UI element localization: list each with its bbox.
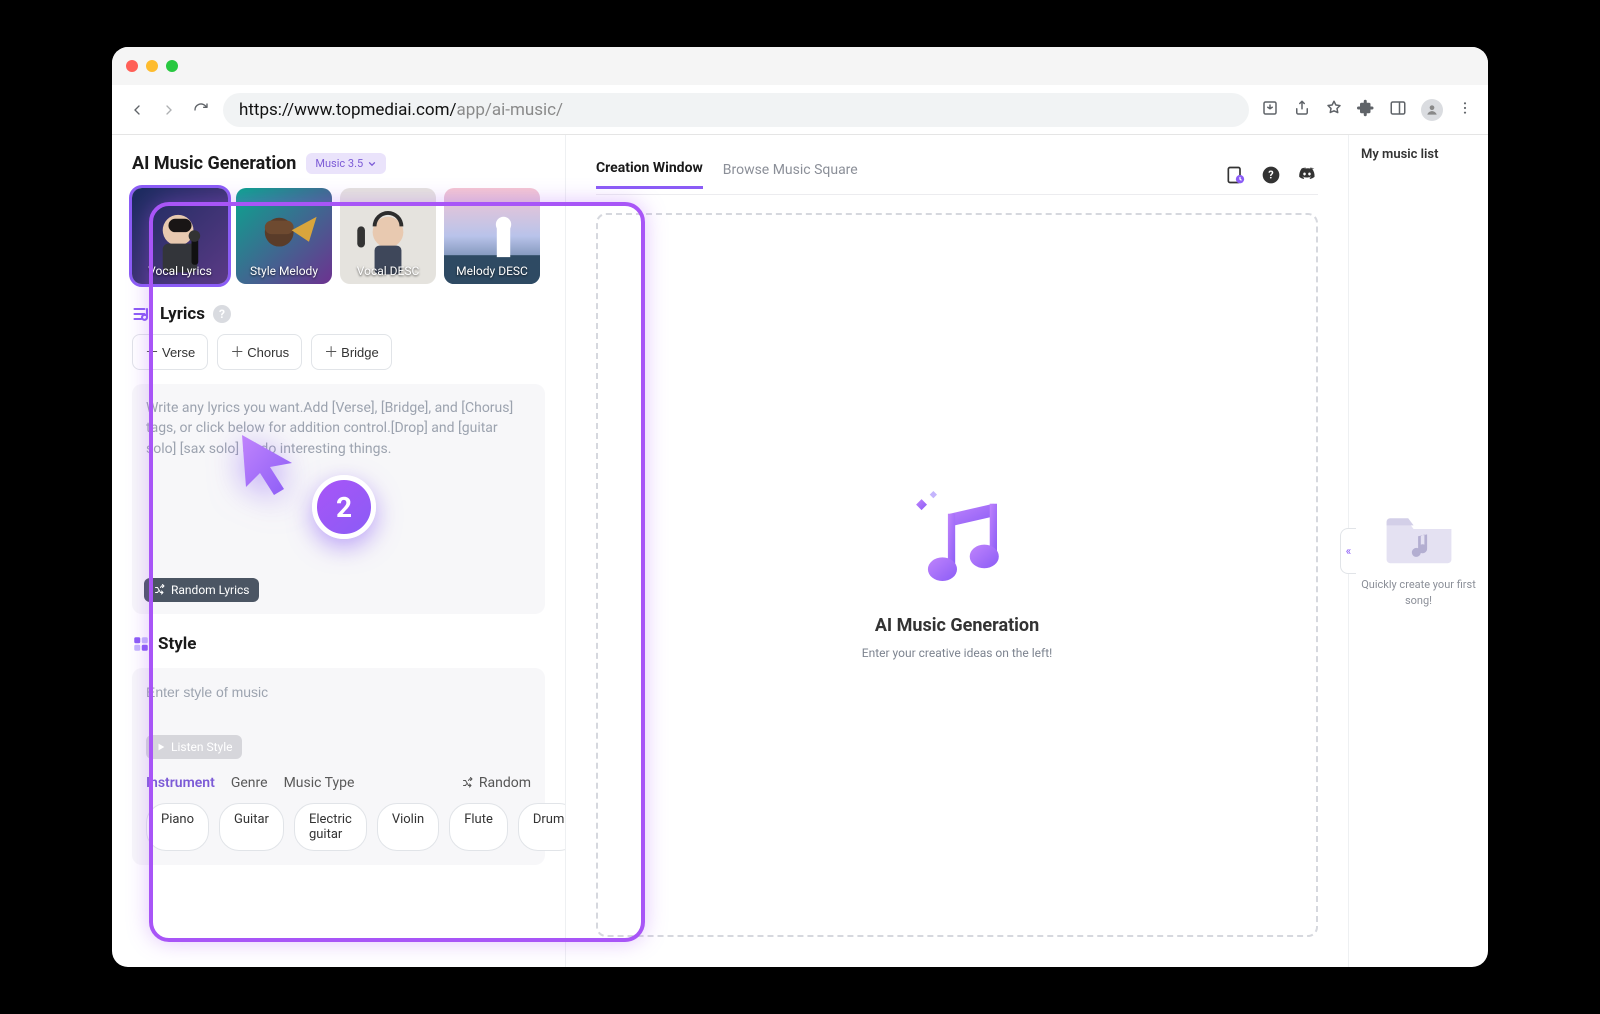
- dropzone-title: AI Music Generation: [875, 615, 1039, 636]
- star-icon[interactable]: [1325, 99, 1343, 121]
- dropzone-subtitle: Enter your creative ideas on the left!: [862, 646, 1052, 660]
- style-tab-genre[interactable]: Genre: [231, 775, 268, 791]
- url-base: https://www.topmediai.com/: [239, 100, 457, 120]
- back-button[interactable]: [127, 100, 147, 120]
- right-panel-title: My music list: [1357, 147, 1480, 162]
- help-icon[interactable]: ?: [213, 305, 231, 323]
- folder-icon: [1383, 509, 1455, 567]
- shuffle-icon: [462, 777, 474, 789]
- kebab-icon[interactable]: [1457, 100, 1473, 120]
- left-sidebar: AI Music Generation Music 3.5 Vocal Lyri…: [112, 135, 566, 967]
- share-icon[interactable]: [1293, 99, 1311, 121]
- chip-piano[interactable]: Piano: [146, 803, 209, 851]
- right-panel-hint: Quickly create your first song!: [1357, 577, 1480, 608]
- chip-electric-guitar[interactable]: Electric guitar: [294, 803, 367, 851]
- style-title: Style: [158, 634, 196, 654]
- history-icon[interactable]: [1224, 164, 1246, 186]
- tab-browse-square[interactable]: Browse Music Square: [723, 162, 858, 188]
- style-input[interactable]: [146, 684, 531, 700]
- svg-text:?: ?: [1268, 168, 1273, 181]
- forward-button[interactable]: [159, 100, 179, 120]
- style-icon: [132, 635, 150, 653]
- window-titlebar: [112, 47, 1488, 85]
- toolbar-actions: [1261, 99, 1473, 121]
- sidepanel-icon[interactable]: [1389, 99, 1407, 121]
- plus-icon: ＋: [324, 342, 338, 362]
- lyrics-placeholder: Write any lyrics you want.Add [Verse], […: [146, 398, 531, 459]
- chip-violin[interactable]: Violin: [377, 803, 439, 851]
- lyrics-textarea[interactable]: Write any lyrics you want.Add [Verse], […: [132, 384, 545, 614]
- chip-drum[interactable]: Drum: [518, 803, 566, 851]
- avatar-icon[interactable]: [1421, 99, 1443, 121]
- plus-icon: ＋: [145, 342, 159, 362]
- play-icon: [156, 742, 166, 752]
- lyrics-icon: [132, 304, 152, 324]
- discord-icon[interactable]: [1296, 164, 1318, 186]
- mode-label: Vocal Lyrics: [132, 264, 228, 278]
- window-minimize-icon[interactable]: [146, 60, 158, 72]
- window-maximize-icon[interactable]: [166, 60, 178, 72]
- mode-vocal-desc[interactable]: Vocal DESC: [340, 188, 436, 284]
- style-tab-instrument[interactable]: Instrument: [146, 775, 215, 791]
- window-close-icon[interactable]: [126, 60, 138, 72]
- chevron-down-icon: [367, 159, 377, 169]
- creation-dropzone: AI Music Generation Enter your creative …: [596, 213, 1318, 937]
- random-style-button[interactable]: Random: [462, 775, 531, 791]
- add-bridge-button[interactable]: ＋Bridge: [311, 334, 392, 370]
- style-tab-music-type[interactable]: Music Type: [284, 775, 355, 791]
- chip-guitar[interactable]: Guitar: [219, 803, 284, 851]
- add-chorus-button[interactable]: ＋Chorus: [217, 334, 302, 370]
- help-icon[interactable]: ?: [1260, 164, 1282, 186]
- address-bar[interactable]: https://www.topmediai.com/app/ai-music/: [223, 93, 1249, 127]
- extension-icon[interactable]: [1357, 99, 1375, 121]
- version-pill[interactable]: Music 3.5: [306, 153, 386, 174]
- tab-creation-window[interactable]: Creation Window: [596, 160, 703, 189]
- plus-icon: ＋: [230, 342, 244, 362]
- mode-label: Style Melody: [236, 264, 332, 278]
- reload-button[interactable]: [191, 100, 211, 120]
- random-lyrics-button[interactable]: Random Lyrics: [144, 578, 259, 602]
- mode-label: Vocal DESC: [340, 264, 436, 278]
- collapse-handle[interactable]: «: [1340, 528, 1356, 574]
- url-path: app/ai-music/: [457, 100, 564, 120]
- add-verse-button[interactable]: ＋Verse: [132, 334, 208, 370]
- chip-flute[interactable]: Flute: [449, 803, 508, 851]
- music-note-icon: [902, 491, 1012, 591]
- install-icon[interactable]: [1261, 99, 1279, 121]
- mode-melody-desc[interactable]: Melody DESC: [444, 188, 540, 284]
- mode-style-melody[interactable]: Style Melody: [236, 188, 332, 284]
- browser-toolbar: https://www.topmediai.com/app/ai-music/: [112, 85, 1488, 135]
- listen-style-button[interactable]: Listen Style: [146, 735, 242, 759]
- sidebar-title: AI Music Generation: [132, 153, 296, 174]
- mode-label: Melody DESC: [444, 264, 540, 278]
- right-panel: My music list Quickly create your first …: [1348, 135, 1488, 967]
- lyrics-title: Lyrics: [160, 304, 205, 324]
- mode-vocal-lyrics[interactable]: Vocal Lyrics: [132, 188, 228, 284]
- shuffle-icon: [154, 584, 166, 596]
